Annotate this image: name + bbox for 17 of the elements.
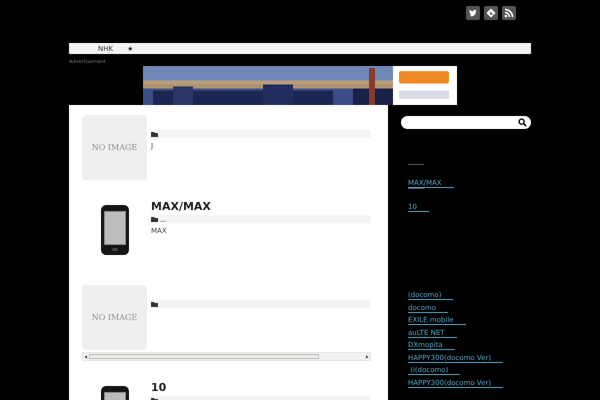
placeholder-label: NO IMAGE — [92, 143, 138, 152]
phone-icon — [100, 205, 128, 255]
right-arrow-icon[interactable] — [364, 354, 370, 360]
folder-icon — [151, 302, 158, 306]
feed-icon[interactable] — [484, 6, 498, 20]
twitter-icon[interactable] — [466, 6, 480, 20]
folder-icon — [151, 132, 158, 136]
scrollbar-thumb[interactable] — [89, 354, 319, 359]
rss-icon[interactable] — [502, 6, 516, 20]
left-arrow-icon[interactable] — [83, 354, 89, 360]
horizontal-scrollbar[interactable] — [82, 352, 371, 361]
placeholder-label: NO IMAGE — [92, 313, 138, 322]
post-title[interactable]: 10 — [151, 381, 371, 394]
search-icon[interactable] — [518, 118, 527, 127]
search-field[interactable] — [401, 116, 531, 129]
folder-icon — [151, 216, 158, 222]
post-title[interactable]: MAX/MAX — [151, 200, 371, 213]
